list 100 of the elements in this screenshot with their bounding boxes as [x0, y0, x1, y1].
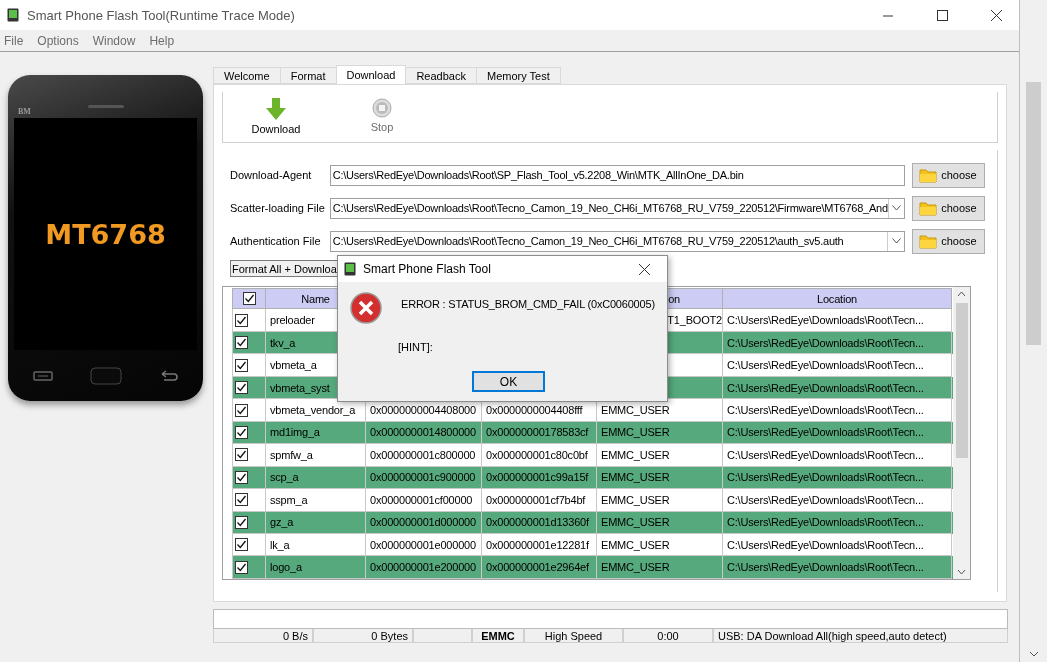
checkbox[interactable]	[235, 358, 248, 372]
table-cell: C:\Users\RedEye\Downloads\Root\Tecn...	[727, 336, 924, 349]
table-cell: 0x000000001cf7b4bf	[486, 493, 586, 506]
checkbox[interactable]	[242, 292, 256, 306]
field-label: Download-Agent	[230, 169, 313, 181]
status-text: EMMC	[472, 629, 524, 643]
table-cell: preloader	[270, 314, 315, 327]
checkbox[interactable]	[235, 381, 248, 395]
table-cell: C:\Users\RedEye\Downloads\Root\Tecn...	[727, 538, 924, 551]
table-cell: C:\Users\RedEye\Downloads\Root\Tecn...	[727, 314, 924, 327]
table-cell: 0x000000001e12281f	[486, 538, 589, 551]
folder-icon	[919, 233, 938, 249]
download-button[interactable]: Download	[243, 92, 309, 142]
status-cell	[413, 629, 472, 643]
table-cell: tkv_a	[270, 336, 296, 349]
checkbox[interactable]	[235, 560, 248, 574]
menu-item[interactable]: Window	[88, 33, 142, 48]
stop-icon	[372, 98, 392, 118]
ok-button[interactable]: OK	[472, 371, 545, 392]
field-label: Authentication File	[230, 235, 322, 247]
menu-item[interactable]: File	[0, 33, 30, 48]
home-key-icon	[89, 366, 122, 385]
table-cell: lk_a	[270, 538, 290, 551]
table-cell: C:\Users\RedEye\Downloads\Root\Tecn...	[727, 516, 924, 529]
error-icon	[350, 292, 382, 324]
table-cell: EMMC_USER	[601, 538, 670, 551]
table-cell: EMMC_USER	[601, 516, 670, 529]
table-cell: 0x000000001d13360f	[486, 516, 589, 529]
table-cell: C:\Users\RedEye\Downloads\Root\Tecn...	[727, 381, 924, 394]
column-header[interactable]: Location	[817, 292, 857, 305]
table-cell: 0x000000001c80c0bf	[486, 448, 588, 461]
table-cell: md1img_a	[270, 426, 320, 439]
folder-icon	[919, 167, 938, 183]
table-cell: T1_BOOT2	[667, 314, 722, 327]
table-cell: vbmeta_a	[270, 359, 317, 372]
table-cell: 0x000000001c99a15f	[486, 471, 589, 484]
table-cell: vbmeta_vendor_a	[270, 404, 356, 416]
table-cell: C:\Users\RedEye\Downloads\Root\Tecn...	[727, 359, 924, 372]
scroll-down-icon[interactable]	[1028, 651, 1039, 657]
scroll-up-icon[interactable]	[957, 291, 966, 297]
path-combo-box[interactable]: C:\Users\RedEye\Downloads\Root\Tecno_Camon_19_Neo_CH6i_MT6768_RU_V759_220512\Firmware\MT6768_And	[329, 197, 906, 219]
table-cell: C:\Users\RedEye\Downloads\Root\Tecn...	[727, 404, 924, 416]
dialog-title: Smart Phone Flash Tool	[363, 262, 492, 276]
table-cell: 0x000000001e2964ef	[486, 561, 589, 574]
checkbox[interactable]	[235, 515, 248, 529]
scrollbar[interactable]	[953, 287, 970, 579]
checkbox[interactable]	[235, 448, 248, 462]
scroll-down-icon[interactable]	[957, 569, 966, 575]
table-cell: spmfw_a	[270, 448, 313, 461]
tab[interactable]: Welcome	[213, 67, 281, 84]
table-cell: 0x0000000004408000	[370, 404, 476, 416]
tab[interactable]: Memory Test	[475, 67, 561, 84]
speaker-slot-icon	[87, 105, 124, 108]
status-text: 0 Bytes	[313, 629, 413, 643]
tab[interactable]: Format	[279, 67, 337, 84]
checkbox[interactable]	[235, 336, 248, 350]
table-cell: 0x000000001c900000	[370, 471, 476, 484]
menu-item[interactable]: Help	[145, 33, 181, 48]
column-header[interactable]: Name	[301, 292, 330, 305]
table-cell: 0x0000000014800000	[370, 426, 476, 439]
close-icon	[638, 263, 650, 275]
scrollbar-thumb[interactable]	[955, 303, 968, 458]
tab[interactable]: Download	[335, 65, 407, 84]
checkbox[interactable]	[235, 313, 248, 327]
status-text: 0 B/s	[213, 629, 313, 643]
phone-brand: BM	[18, 107, 31, 116]
checkbox[interactable]	[235, 470, 248, 484]
choose-button[interactable]: choose	[912, 162, 985, 188]
menu-key-icon	[32, 370, 53, 381]
table-cell: EMMC_USER	[601, 471, 670, 484]
checkbox[interactable]	[235, 493, 248, 507]
path-field[interactable]: C:\Users\RedEye\Downloads\Root\SP_Flash_Tool_v5.2208_Win\MTK_AllInOne_DA.bin	[329, 164, 906, 186]
close-icon	[990, 9, 1002, 21]
choose-button[interactable]: choose	[912, 195, 985, 221]
path-combo-box[interactable]: C:\Users\RedEye\Downloads\Root\Tecno_Camon_19_Neo_CH6i_MT6768_RU_V759_220512\auth_sv5.auth	[329, 230, 906, 252]
table-cell: 0x0000000004408fff	[486, 404, 583, 416]
checkbox[interactable]	[235, 538, 248, 552]
table-cell: EMMC_USER	[601, 404, 670, 416]
table-cell: 0x000000001d000000	[370, 516, 476, 529]
table-cell: C:\Users\RedEye\Downloads\Root\Tecn...	[727, 493, 924, 506]
table-cell: scp_a	[270, 471, 299, 484]
status-text: 0:00	[623, 629, 713, 643]
table-cell: vbmeta_syst	[270, 381, 330, 394]
hint-text: [HINT]:	[398, 341, 434, 353]
status-text: USB: DA Download All(high speed,auto detect)	[713, 629, 1008, 643]
download-arrow-icon	[266, 98, 286, 120]
menu-item[interactable]: Options	[33, 33, 85, 48]
tab[interactable]: Readback	[405, 67, 477, 84]
scrollbar-thumb[interactable]	[1026, 82, 1041, 345]
window-title: Smart Phone Flash Tool(Runtime Trace Mode)	[27, 7, 296, 23]
chip-label: MT6768	[45, 218, 166, 250]
table-cell: C:\Users\RedEye\Downloads\Root\Tecn...	[727, 448, 924, 461]
checkbox[interactable]	[235, 425, 248, 439]
table-cell: logo_a	[270, 561, 302, 574]
choose-button[interactable]: choose	[912, 228, 985, 254]
checkbox[interactable]	[235, 403, 248, 417]
table-cell: C:\Users\RedEye\Downloads\Root\Tecn...	[727, 426, 924, 439]
column-header[interactable]: on	[668, 292, 680, 305]
table-cell: EMMC_USER	[601, 493, 670, 506]
table-cell: 0x000000001e200000	[370, 561, 476, 574]
